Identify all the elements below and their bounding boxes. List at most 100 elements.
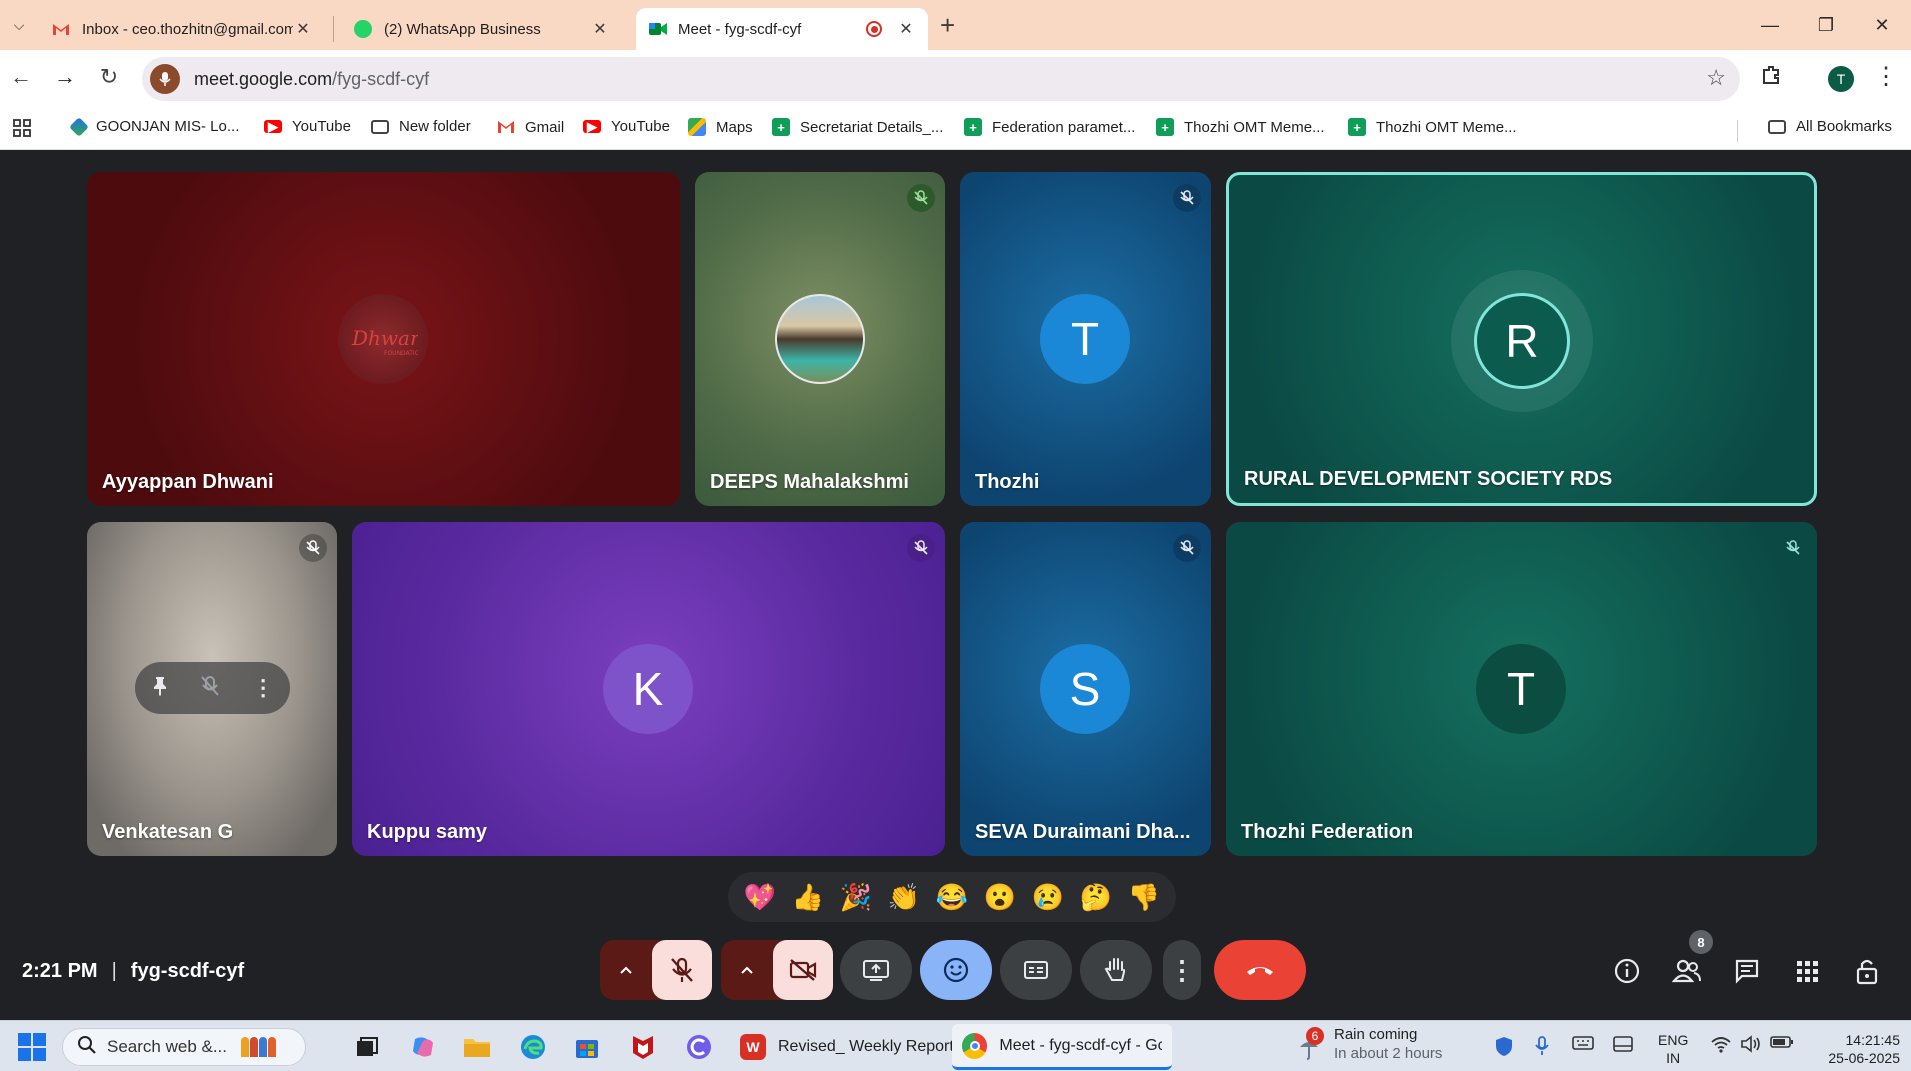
activities-icon[interactable] — [1790, 954, 1824, 988]
edge-icon[interactable] — [516, 1030, 550, 1064]
reaction-surprised[interactable]: 😮 — [980, 882, 1020, 913]
taskbar-app-wps[interactable]: W Revised_ Weekly Report — [730, 1024, 964, 1070]
restore-button[interactable]: ❐ — [1798, 8, 1854, 42]
audio-settings-chevron-icon[interactable] — [600, 940, 652, 1000]
bookmark-star-icon[interactable]: ☆ — [1706, 65, 1726, 91]
participant-tile[interactable]: ⋮ Venkatesan G — [87, 522, 337, 856]
mute-participant-icon[interactable] — [200, 675, 220, 702]
back-button[interactable]: ← — [6, 64, 36, 90]
security-shield-icon[interactable] — [1494, 1035, 1514, 1062]
store-icon[interactable] — [570, 1030, 604, 1064]
reaction-party[interactable]: 🎉 — [836, 882, 876, 913]
reaction-sad[interactable]: 😢 — [1028, 882, 1068, 913]
url-path: /fyg-scdf-cyf — [332, 68, 430, 89]
reactions-button[interactable] — [920, 940, 992, 1000]
tab-search-button[interactable]: ⌵ — [6, 12, 32, 38]
present-screen-button[interactable] — [840, 940, 912, 1000]
reaction-thumbs-up[interactable]: 👍 — [788, 882, 828, 913]
bookmark-label: Secretariat Details_... — [800, 118, 944, 136]
bookmark-label: Maps — [716, 118, 753, 136]
meeting-details-icon[interactable] — [1610, 954, 1644, 988]
weather-widget[interactable]: Rain coming In about 2 hours — [1334, 1026, 1442, 1062]
bookmark-youtube[interactable]: ▶ YouTube — [264, 118, 351, 135]
host-controls-icon[interactable] — [1850, 954, 1884, 988]
reaction-thinking[interactable]: 🤔 — [1076, 882, 1116, 913]
system-clock[interactable]: 14:21:45 25-06-2025 — [1820, 1031, 1900, 1067]
more-options-icon[interactable]: ⋮ — [252, 675, 274, 701]
meet-stage: DhwaniFOUNDATION Ayyappan Dhwani DEEPS M… — [0, 150, 1911, 1020]
bookmark-federation[interactable]: + Federation paramet... — [964, 118, 1135, 136]
volume-icon[interactable] — [1740, 1035, 1762, 1058]
task-view-icon[interactable] — [350, 1030, 384, 1064]
bookmark-goonjan[interactable]: GOONJAN MIS- Lo... — [69, 116, 239, 137]
minimize-button[interactable]: — — [1742, 8, 1798, 42]
participant-name: DEEPS Mahalakshmi — [710, 471, 909, 493]
keyboard-icon[interactable] — [1572, 1035, 1594, 1056]
mcafee-icon[interactable] — [626, 1030, 660, 1064]
reload-button[interactable]: ↻ — [94, 64, 124, 90]
forward-button[interactable]: → — [50, 64, 80, 90]
window-close-button[interactable]: ✕ — [1854, 8, 1910, 42]
sheets-icon: + — [1156, 118, 1174, 136]
participant-tile[interactable]: K Kuppu samy — [352, 522, 945, 856]
video-settings-chevron-icon[interactable] — [721, 940, 773, 1000]
chat-icon[interactable] — [1730, 954, 1764, 988]
leave-call-button[interactable] — [1214, 940, 1306, 1000]
wifi-icon[interactable] — [1710, 1035, 1732, 1058]
bookmark-maps[interactable]: Maps — [688, 118, 753, 136]
close-icon[interactable]: ✕ — [896, 19, 916, 39]
all-bookmarks[interactable]: All Bookmarks — [1768, 118, 1892, 135]
participant-tile[interactable]: T Thozhi — [960, 172, 1211, 506]
close-icon[interactable]: ✕ — [293, 19, 313, 39]
touchpad-icon[interactable] — [1612, 1035, 1634, 1058]
bookmark-new-folder[interactable]: New folder — [371, 118, 471, 135]
camera-toggle-button[interactable] — [773, 940, 833, 1000]
taskbar-app-chrome[interactable]: Meet - fyg-scdf-cyf - Gc — [952, 1024, 1172, 1070]
address-bar[interactable]: meet.google.com/fyg-scdf-cyf ☆ — [142, 57, 1740, 101]
apps-grid-icon[interactable] — [12, 118, 32, 138]
microphone-toggle-button[interactable] — [652, 940, 712, 1000]
reaction-heart[interactable]: 💖 — [740, 882, 780, 913]
pin-icon[interactable] — [151, 675, 169, 702]
tab-whatsapp[interactable]: (2) WhatsApp Business ✕ — [342, 8, 622, 50]
reaction-thumbs-down[interactable]: 👎 — [1124, 882, 1164, 913]
site-info-icon[interactable] — [150, 64, 180, 94]
bookmark-gmail[interactable]: Gmail — [497, 118, 564, 136]
mic-control-group — [600, 940, 712, 1000]
goonjan-icon — [69, 116, 89, 137]
language-indicator[interactable]: ENG IN — [1658, 1031, 1688, 1067]
close-icon[interactable]: ✕ — [590, 19, 610, 39]
copilot-icon[interactable] — [406, 1030, 440, 1064]
tab-meet[interactable]: Meet - fyg-scdf-cyf ✕ — [636, 8, 928, 50]
avatar-initial: K — [603, 644, 693, 734]
participant-tile[interactable]: DEEPS Mahalakshmi — [695, 172, 945, 506]
captions-button[interactable] — [1000, 940, 1072, 1000]
profile-avatar[interactable]: T — [1828, 66, 1854, 92]
more-options-button[interactable]: ⋮ — [1163, 940, 1201, 1000]
reaction-clap[interactable]: 👏 — [884, 882, 924, 913]
new-tab-button[interactable]: + — [940, 12, 955, 38]
reaction-laugh[interactable]: 😂 — [932, 882, 972, 913]
tab-gmail[interactable]: Inbox - ceo.thozhitn@gmail.com ✕ — [40, 8, 325, 50]
raise-hand-button[interactable] — [1080, 940, 1152, 1000]
bookmark-secretariat[interactable]: + Secretariat Details_... — [772, 118, 943, 136]
participant-tile[interactable]: S SEVA Duraimani Dha... — [960, 522, 1211, 856]
cortana-icon[interactable] — [682, 1030, 716, 1064]
bookmark-thozhi-omt-1[interactable]: + Thozhi OMT Meme... — [1156, 118, 1325, 136]
participant-tile-speaking[interactable]: R RURAL DEVELOPMENT SOCIETY RDS — [1226, 172, 1817, 506]
bookmark-label: Thozhi OMT Meme... — [1184, 118, 1325, 136]
participant-tile[interactable]: T Thozhi Federation — [1226, 522, 1817, 856]
people-icon[interactable] — [1670, 954, 1704, 988]
mic-off-icon — [1779, 534, 1807, 562]
sheets-icon: + — [772, 118, 790, 136]
file-explorer-icon[interactable] — [460, 1030, 494, 1064]
participant-tile[interactable]: DhwaniFOUNDATION Ayyappan Dhwani — [87, 172, 680, 506]
microphone-tray-icon[interactable] — [1534, 1035, 1550, 1062]
bookmark-thozhi-omt-2[interactable]: + Thozhi OMT Meme... — [1348, 118, 1517, 136]
battery-icon[interactable] — [1770, 1035, 1794, 1054]
extensions-icon[interactable] — [1760, 64, 1782, 92]
start-button[interactable] — [18, 1033, 46, 1061]
bookmark-youtube-2[interactable]: ▶ YouTube — [583, 118, 670, 135]
browser-menu-icon[interactable]: ⋮ — [1874, 62, 1898, 91]
taskbar-search[interactable]: Search web &... — [62, 1028, 306, 1066]
